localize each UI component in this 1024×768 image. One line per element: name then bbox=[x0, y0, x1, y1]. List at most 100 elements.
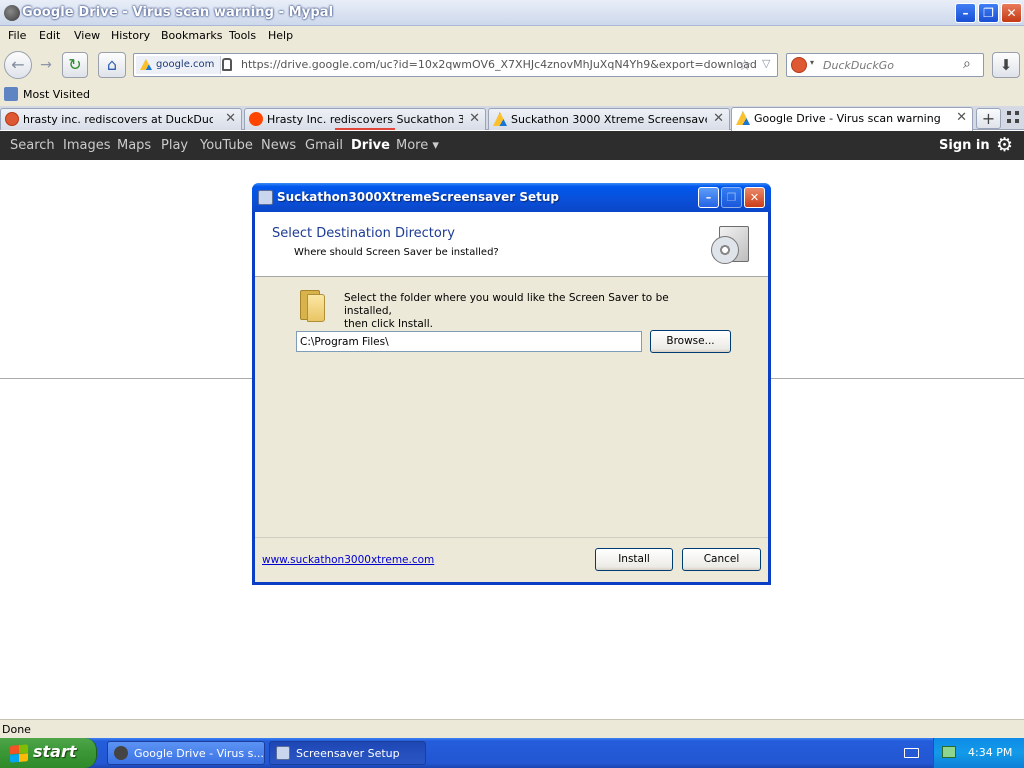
close-icon[interactable]: ✕ bbox=[956, 110, 967, 125]
menu-tools[interactable]: Tools bbox=[229, 29, 256, 42]
menu-history[interactable]: History bbox=[111, 29, 150, 42]
bookmarks-toolbar: Most Visited bbox=[0, 84, 1024, 106]
chevron-down-icon[interactable]: ▾ bbox=[810, 58, 814, 67]
dialog-minimize-button[interactable]: – bbox=[698, 187, 719, 208]
back-button[interactable]: ← bbox=[4, 51, 32, 79]
sign-in-link[interactable]: Sign in bbox=[939, 138, 990, 153]
google-bar-more[interactable]: More ▾ bbox=[396, 138, 439, 153]
folder-icon bbox=[298, 290, 326, 322]
menu-bar: File Edit View History Bookmarks Tools H… bbox=[0, 26, 1024, 46]
close-icon[interactable]: ✕ bbox=[225, 111, 236, 126]
dialog-header-title: Select Destination Directory bbox=[272, 226, 455, 241]
google-bar-maps[interactable]: Maps bbox=[117, 138, 151, 153]
cancel-button[interactable]: Cancel bbox=[682, 548, 761, 571]
keyboard-icon[interactable] bbox=[904, 748, 919, 758]
dialog-separator bbox=[255, 537, 768, 538]
window-title: Google Drive - Virus scan warning - Mypa… bbox=[22, 5, 334, 20]
bookmark-folder-icon bbox=[4, 87, 18, 101]
windows-logo-icon bbox=[10, 744, 28, 763]
gear-icon[interactable]: ⚙ bbox=[996, 134, 1013, 156]
search-bar[interactable]: ▾ DuckDuckGo ⌕ bbox=[786, 53, 984, 77]
dialog-close-button[interactable]: ✕ bbox=[744, 187, 765, 208]
new-tab-button[interactable]: + bbox=[976, 108, 1001, 129]
search-icon[interactable]: ⌕ bbox=[963, 56, 971, 72]
address-bar[interactable]: google.com https://drive.google.com/uc?i… bbox=[133, 53, 778, 77]
taskbar: start Google Drive - Virus s... Screensa… bbox=[0, 738, 1024, 768]
google-bar-youtube[interactable]: YouTube bbox=[200, 138, 253, 153]
tab-strip: hrasty inc. rediscovers at DuckDuckGo ✕ … bbox=[0, 106, 1024, 131]
status-text: Done bbox=[2, 723, 31, 736]
tab-label: hrasty inc. rediscovers at DuckDuckGo bbox=[23, 113, 213, 126]
search-input[interactable]: DuckDuckGo bbox=[823, 59, 894, 72]
bookmark-star-icon[interactable]: ☆ bbox=[738, 56, 751, 74]
taskbar-item-setup[interactable]: Screensaver Setup bbox=[269, 741, 426, 765]
google-drive-icon bbox=[140, 59, 152, 70]
history-dropdown-icon[interactable]: ▽ bbox=[762, 57, 770, 70]
tab-label: Hrasty Inc. rediscovers Suckathon 300... bbox=[267, 113, 463, 126]
menu-edit[interactable]: Edit bbox=[39, 29, 60, 42]
google-bar-play[interactable]: Play bbox=[161, 138, 188, 153]
reddit-icon bbox=[249, 112, 263, 126]
setup-icon bbox=[258, 190, 273, 205]
tab-duckduckgo[interactable]: hrasty inc. rediscovers at DuckDuckGo ✕ bbox=[0, 108, 242, 130]
close-window-button[interactable]: ✕ bbox=[1001, 3, 1022, 23]
destination-path-input[interactable] bbox=[296, 331, 642, 352]
start-label: start bbox=[33, 742, 77, 761]
reload-button[interactable]: ↻ bbox=[62, 52, 88, 78]
taskbar-item-label: Screensaver Setup bbox=[296, 747, 400, 760]
setup-icon bbox=[276, 746, 290, 760]
restore-button[interactable]: ❐ bbox=[978, 3, 999, 23]
google-drive-icon bbox=[736, 111, 750, 125]
forward-button[interactable]: → bbox=[34, 55, 58, 75]
start-button[interactable]: start bbox=[0, 738, 97, 768]
taskbar-item-label: Google Drive - Virus s... bbox=[134, 747, 264, 760]
home-button[interactable]: ⌂ bbox=[98, 52, 126, 78]
tab-loading-bar bbox=[335, 128, 395, 130]
back-forward-group: ← → bbox=[4, 51, 60, 79]
clock[interactable]: 4:34 PM bbox=[968, 746, 1012, 759]
site-identity-badge[interactable]: google.com bbox=[136, 56, 222, 74]
browse-button[interactable]: Browse... bbox=[650, 330, 731, 353]
tab-drive-suckathon[interactable]: Suckathon 3000 Xtreme Screensaver S... ✕ bbox=[488, 108, 730, 130]
tab-drive-virus-scan[interactable]: Google Drive - Virus scan warning ✕ bbox=[731, 107, 973, 131]
install-button[interactable]: Install bbox=[595, 548, 673, 571]
google-bar-images[interactable]: Images bbox=[63, 138, 111, 153]
downloads-button[interactable]: ⬇ bbox=[992, 52, 1020, 78]
website-link[interactable]: www.suckathon3000xtreme.com bbox=[262, 554, 434, 566]
dialog-titlebar[interactable]: Suckathon3000XtremeScreensaver Setup – ❐… bbox=[252, 183, 771, 212]
tab-groups-icon[interactable] bbox=[1007, 111, 1019, 123]
minimize-button[interactable]: – bbox=[955, 3, 976, 23]
dialog-header: Select Destination Directory Where shoul… bbox=[255, 212, 768, 277]
dialog-title: Suckathon3000XtremeScreensaver Setup bbox=[277, 190, 559, 204]
close-icon[interactable]: ✕ bbox=[713, 111, 724, 126]
tab-label: Suckathon 3000 Xtreme Screensaver S... bbox=[511, 113, 707, 126]
duckduckgo-icon bbox=[5, 112, 19, 126]
system-tray: 4:34 PM bbox=[933, 738, 1024, 768]
mypal-app-icon bbox=[4, 5, 20, 21]
menu-file[interactable]: File bbox=[8, 29, 26, 42]
duckduckgo-icon[interactable] bbox=[791, 57, 807, 73]
google-bar-drive[interactable]: Drive bbox=[351, 138, 390, 153]
instruction-line-1: Select the folder where you would like t… bbox=[344, 292, 669, 317]
tab-reddit[interactable]: Hrasty Inc. rediscovers Suckathon 300...… bbox=[244, 108, 486, 130]
close-icon[interactable]: ✕ bbox=[469, 111, 480, 126]
cd-disc-shape bbox=[711, 236, 739, 264]
menu-view[interactable]: View bbox=[74, 29, 100, 42]
google-drive-icon bbox=[493, 112, 507, 126]
mypal-icon bbox=[114, 746, 128, 760]
url-text[interactable]: https://drive.google.com/uc?id=10x2qwmOV… bbox=[241, 58, 757, 71]
google-bar-search[interactable]: Search bbox=[10, 138, 55, 153]
google-bar-gmail[interactable]: Gmail bbox=[305, 138, 343, 153]
google-bar-news[interactable]: News bbox=[261, 138, 296, 153]
network-icon[interactable] bbox=[942, 746, 956, 758]
taskbar-item-browser[interactable]: Google Drive - Virus s... bbox=[107, 741, 265, 765]
instruction-line-2: then click Install. bbox=[344, 318, 433, 330]
bookmark-most-visited[interactable]: Most Visited bbox=[23, 88, 90, 101]
menu-bookmarks[interactable]: Bookmarks bbox=[161, 29, 222, 42]
setup-dialog: Suckathon3000XtremeScreensaver Setup – ❐… bbox=[252, 183, 771, 585]
menu-help[interactable]: Help bbox=[268, 29, 293, 42]
dialog-maximize-button: ❐ bbox=[721, 187, 742, 208]
folder-front-shape bbox=[307, 294, 325, 322]
lock-icon bbox=[222, 58, 232, 71]
tab-label: Google Drive - Virus scan warning bbox=[754, 112, 941, 125]
